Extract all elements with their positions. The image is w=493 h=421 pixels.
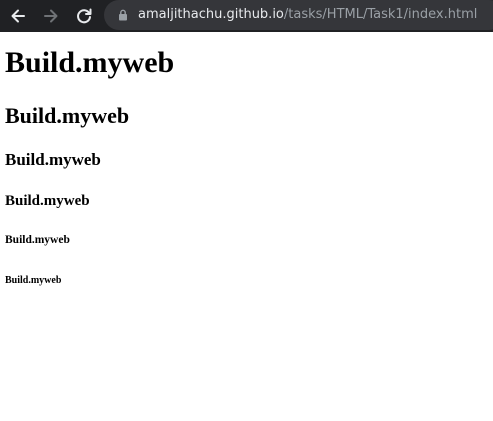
heading-1: Build.myweb: [5, 46, 175, 79]
forward-button[interactable]: [39, 4, 63, 28]
reload-button[interactable]: [72, 4, 96, 28]
heading-2: Build.myweb: [5, 103, 130, 128]
reload-icon: [77, 8, 92, 24]
browser-toolbar: amaljithachu.github.io/tasks/HTML/Task1/…: [0, 0, 493, 32]
forward-arrow-icon: [44, 9, 58, 23]
back-arrow-icon: [11, 9, 25, 23]
heading-6: Build.myweb: [5, 275, 62, 286]
url-text: amaljithachu.github.io/tasks/HTML/Task1/…: [138, 6, 477, 24]
heading-4: Build.myweb: [5, 193, 90, 209]
heading-3: Build.myweb: [5, 150, 101, 169]
back-button[interactable]: [6, 4, 30, 28]
heading-5: Build.myweb: [5, 234, 70, 246]
page-content: Build.myweb Build.myweb Build.myweb Buil…: [0, 32, 493, 421]
url-path: /tasks/HTML/Task1/index.html: [283, 7, 478, 22]
lock-icon: [119, 9, 127, 21]
url-host: amaljithachu.github.io: [138, 7, 284, 22]
address-bar[interactable]: amaljithachu.github.io/tasks/HTML/Task1/…: [104, 0, 493, 30]
